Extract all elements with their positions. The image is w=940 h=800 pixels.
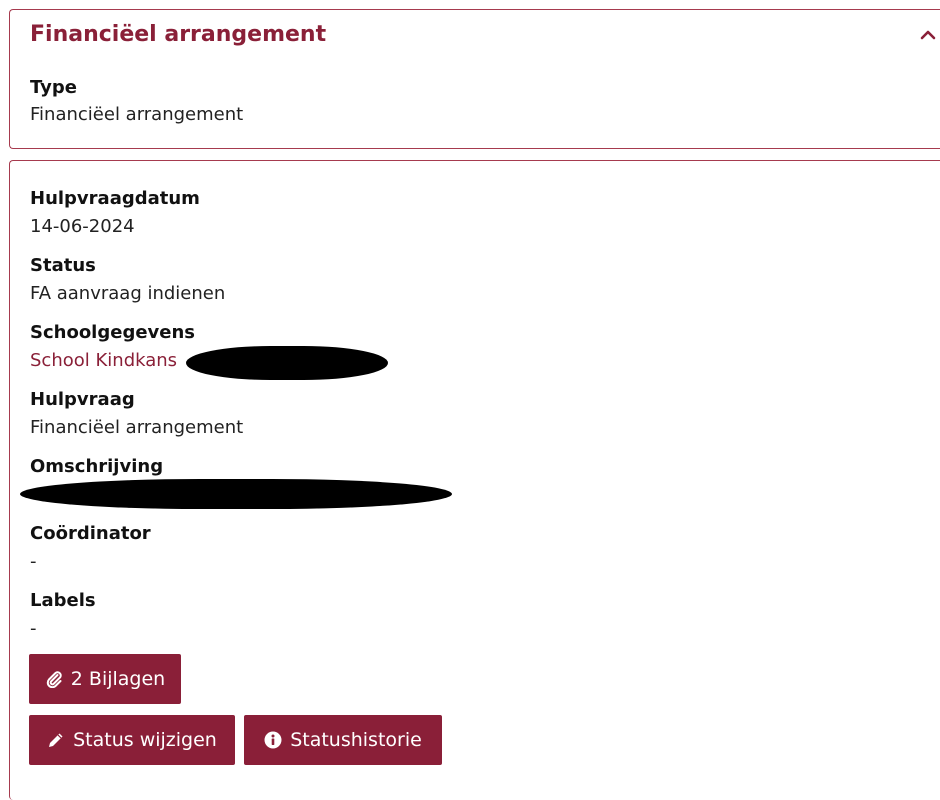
status-value: FA aanvraag indienen — [30, 283, 226, 304]
schoolgegevens-label: Schoolgegevens — [30, 322, 196, 343]
summary-panel: Financiëel arrangement Type Financiëel a… — [9, 9, 940, 149]
omschrijving-label: Omschrijving — [30, 456, 164, 477]
coordinator-value: - — [30, 551, 37, 572]
change-status-label: Status wijzigen — [73, 729, 217, 751]
type-label: Type — [30, 77, 77, 98]
pencil-icon — [47, 731, 65, 749]
hulpvraagdatum-label: Hulpvraagdatum — [30, 188, 200, 209]
paperclip-icon — [45, 670, 63, 688]
status-label: Status — [30, 255, 96, 276]
hulpvraagdatum-value: 14-06-2024 — [30, 216, 135, 237]
change-status-button[interactable]: Status wijzigen — [29, 715, 235, 765]
status-history-button[interactable]: Statushistorie — [244, 715, 442, 765]
type-value: Financiëel arrangement — [30, 104, 244, 125]
details-panel: Hulpvraagdatum 14-06-2024 Status FA aanv… — [9, 160, 940, 800]
redaction-mark — [20, 479, 452, 509]
school-link[interactable]: School Kindkans — [30, 350, 177, 371]
hulpvraag-value: Financiëel arrangement — [30, 417, 244, 438]
status-history-label: Statushistorie — [290, 729, 422, 751]
attachments-label: 2 Bijlagen — [70, 668, 166, 690]
attachments-button[interactable]: 2 Bijlagen — [29, 654, 181, 704]
hulpvraag-label: Hulpvraag — [30, 389, 135, 410]
labels-value: - — [30, 618, 37, 639]
info-circle-icon — [264, 731, 282, 749]
coordinator-label: Coördinator — [30, 523, 151, 544]
chevron-up-icon[interactable] — [917, 24, 939, 46]
redaction-mark — [186, 346, 388, 380]
labels-label: Labels — [30, 590, 96, 611]
panel-title: Financiëel arrangement — [30, 22, 327, 47]
